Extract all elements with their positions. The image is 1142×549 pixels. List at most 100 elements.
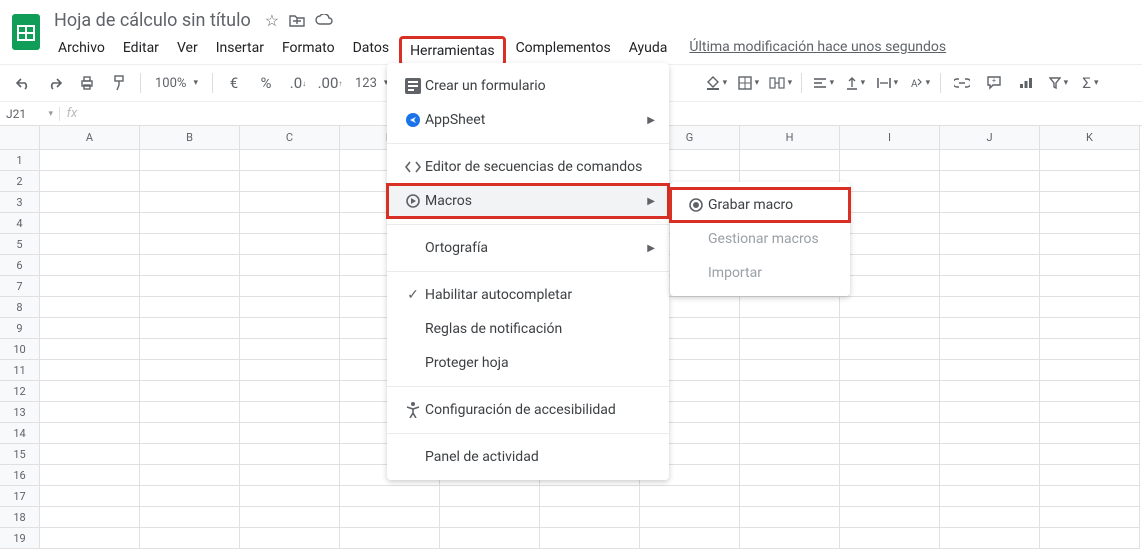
cell[interactable] [340, 528, 440, 549]
cell[interactable] [240, 150, 340, 171]
cell[interactable] [140, 402, 240, 423]
cell[interactable] [940, 255, 1040, 276]
cell[interactable] [140, 423, 240, 444]
cell[interactable] [40, 171, 140, 192]
cell[interactable] [940, 150, 1040, 171]
row-header[interactable]: 12 [0, 381, 40, 402]
filter-button[interactable] [1043, 69, 1073, 97]
cell[interactable] [1040, 486, 1140, 507]
cell[interactable] [440, 486, 540, 507]
cell[interactable] [240, 192, 340, 213]
cloud-status-icon[interactable] [315, 14, 333, 26]
cell[interactable] [740, 465, 840, 486]
star-icon[interactable]: ☆ [265, 11, 279, 30]
cell[interactable] [40, 339, 140, 360]
cell[interactable] [1040, 213, 1140, 234]
menu-item-appsheet[interactable]: AppSheet ▶ [387, 103, 669, 137]
cell[interactable] [40, 360, 140, 381]
menu-item-accessibility[interactable]: Configuración de accesibilidad [387, 393, 669, 427]
cell[interactable] [40, 255, 140, 276]
cell[interactable] [1040, 444, 1140, 465]
cell[interactable] [940, 213, 1040, 234]
cell[interactable] [840, 192, 940, 213]
cell[interactable] [740, 339, 840, 360]
menu-archivo[interactable]: Archivo [50, 36, 113, 66]
cell[interactable] [1040, 528, 1140, 549]
text-rotation-button[interactable]: A [904, 69, 934, 97]
cell[interactable] [40, 297, 140, 318]
cell[interactable] [40, 507, 140, 528]
cell[interactable] [640, 486, 740, 507]
cell[interactable] [240, 171, 340, 192]
select-all-corner[interactable] [0, 126, 40, 150]
cell[interactable] [1040, 150, 1140, 171]
decrease-decimal-button[interactable]: .0↓ [283, 69, 313, 97]
menu-insertar[interactable]: Insertar [208, 36, 272, 66]
halign-button[interactable] [808, 69, 838, 97]
row-header[interactable]: 18 [0, 507, 40, 528]
cell[interactable] [240, 486, 340, 507]
cell[interactable] [540, 528, 640, 549]
redo-button[interactable] [40, 69, 70, 97]
menu-item-protect-sheet[interactable]: Proteger hoja [387, 346, 669, 380]
cell[interactable] [840, 318, 940, 339]
cell[interactable] [840, 234, 940, 255]
borders-button[interactable] [733, 69, 763, 97]
zoom-select[interactable]: 100% [147, 69, 206, 97]
cell[interactable] [840, 444, 940, 465]
cell[interactable] [940, 234, 1040, 255]
merge-cells-button[interactable] [765, 69, 795, 97]
cell[interactable] [140, 150, 240, 171]
menu-item-create-form[interactable]: Crear un formulario [387, 69, 669, 103]
cell[interactable] [1040, 381, 1140, 402]
cell[interactable] [140, 507, 240, 528]
move-to-drive-icon[interactable] [289, 13, 305, 27]
cell[interactable] [240, 213, 340, 234]
cell[interactable] [40, 276, 140, 297]
cell[interactable] [40, 234, 140, 255]
cell[interactable] [140, 255, 240, 276]
cell[interactable] [1040, 297, 1140, 318]
cell[interactable] [840, 507, 940, 528]
cell[interactable] [1040, 192, 1140, 213]
menu-item-autocomplete[interactable]: ✓ Habilitar autocompletar [387, 278, 669, 312]
increase-decimal-button[interactable]: .00↑ [315, 69, 345, 97]
cell[interactable] [240, 234, 340, 255]
print-button[interactable] [72, 69, 102, 97]
cell[interactable] [740, 444, 840, 465]
name-box[interactable]: J21▾ [0, 107, 60, 121]
cell[interactable] [940, 297, 1040, 318]
cell[interactable] [840, 213, 940, 234]
cell[interactable] [840, 528, 940, 549]
cell[interactable] [340, 507, 440, 528]
cell[interactable] [840, 339, 940, 360]
row-header[interactable]: 16 [0, 465, 40, 486]
cell[interactable] [40, 318, 140, 339]
undo-button[interactable] [8, 69, 38, 97]
cell[interactable] [740, 297, 840, 318]
cell[interactable] [840, 423, 940, 444]
cell[interactable] [1040, 360, 1140, 381]
cell[interactable] [1040, 234, 1140, 255]
cell[interactable] [940, 486, 1040, 507]
cell[interactable] [240, 423, 340, 444]
cell[interactable] [140, 444, 240, 465]
cell[interactable] [140, 381, 240, 402]
cell[interactable] [640, 507, 740, 528]
menu-complementos[interactable]: Complementos [508, 36, 619, 66]
cell[interactable] [940, 339, 1040, 360]
doc-title[interactable]: Hoja de cálculo sin título [50, 8, 255, 33]
cell[interactable] [240, 444, 340, 465]
last-edit-link[interactable]: Última modificación hace unos segundos [689, 39, 946, 55]
menu-item-notification-rules[interactable]: Reglas de notificación [387, 312, 669, 346]
row-header[interactable]: 3 [0, 192, 40, 213]
cell[interactable] [940, 402, 1040, 423]
row-header[interactable]: 17 [0, 486, 40, 507]
cell[interactable] [240, 465, 340, 486]
cell[interactable] [840, 381, 940, 402]
cell[interactable] [1040, 318, 1140, 339]
cell[interactable] [940, 444, 1040, 465]
menu-formato[interactable]: Formato [274, 36, 343, 66]
cell[interactable] [40, 444, 140, 465]
column-header[interactable]: J [940, 126, 1040, 150]
